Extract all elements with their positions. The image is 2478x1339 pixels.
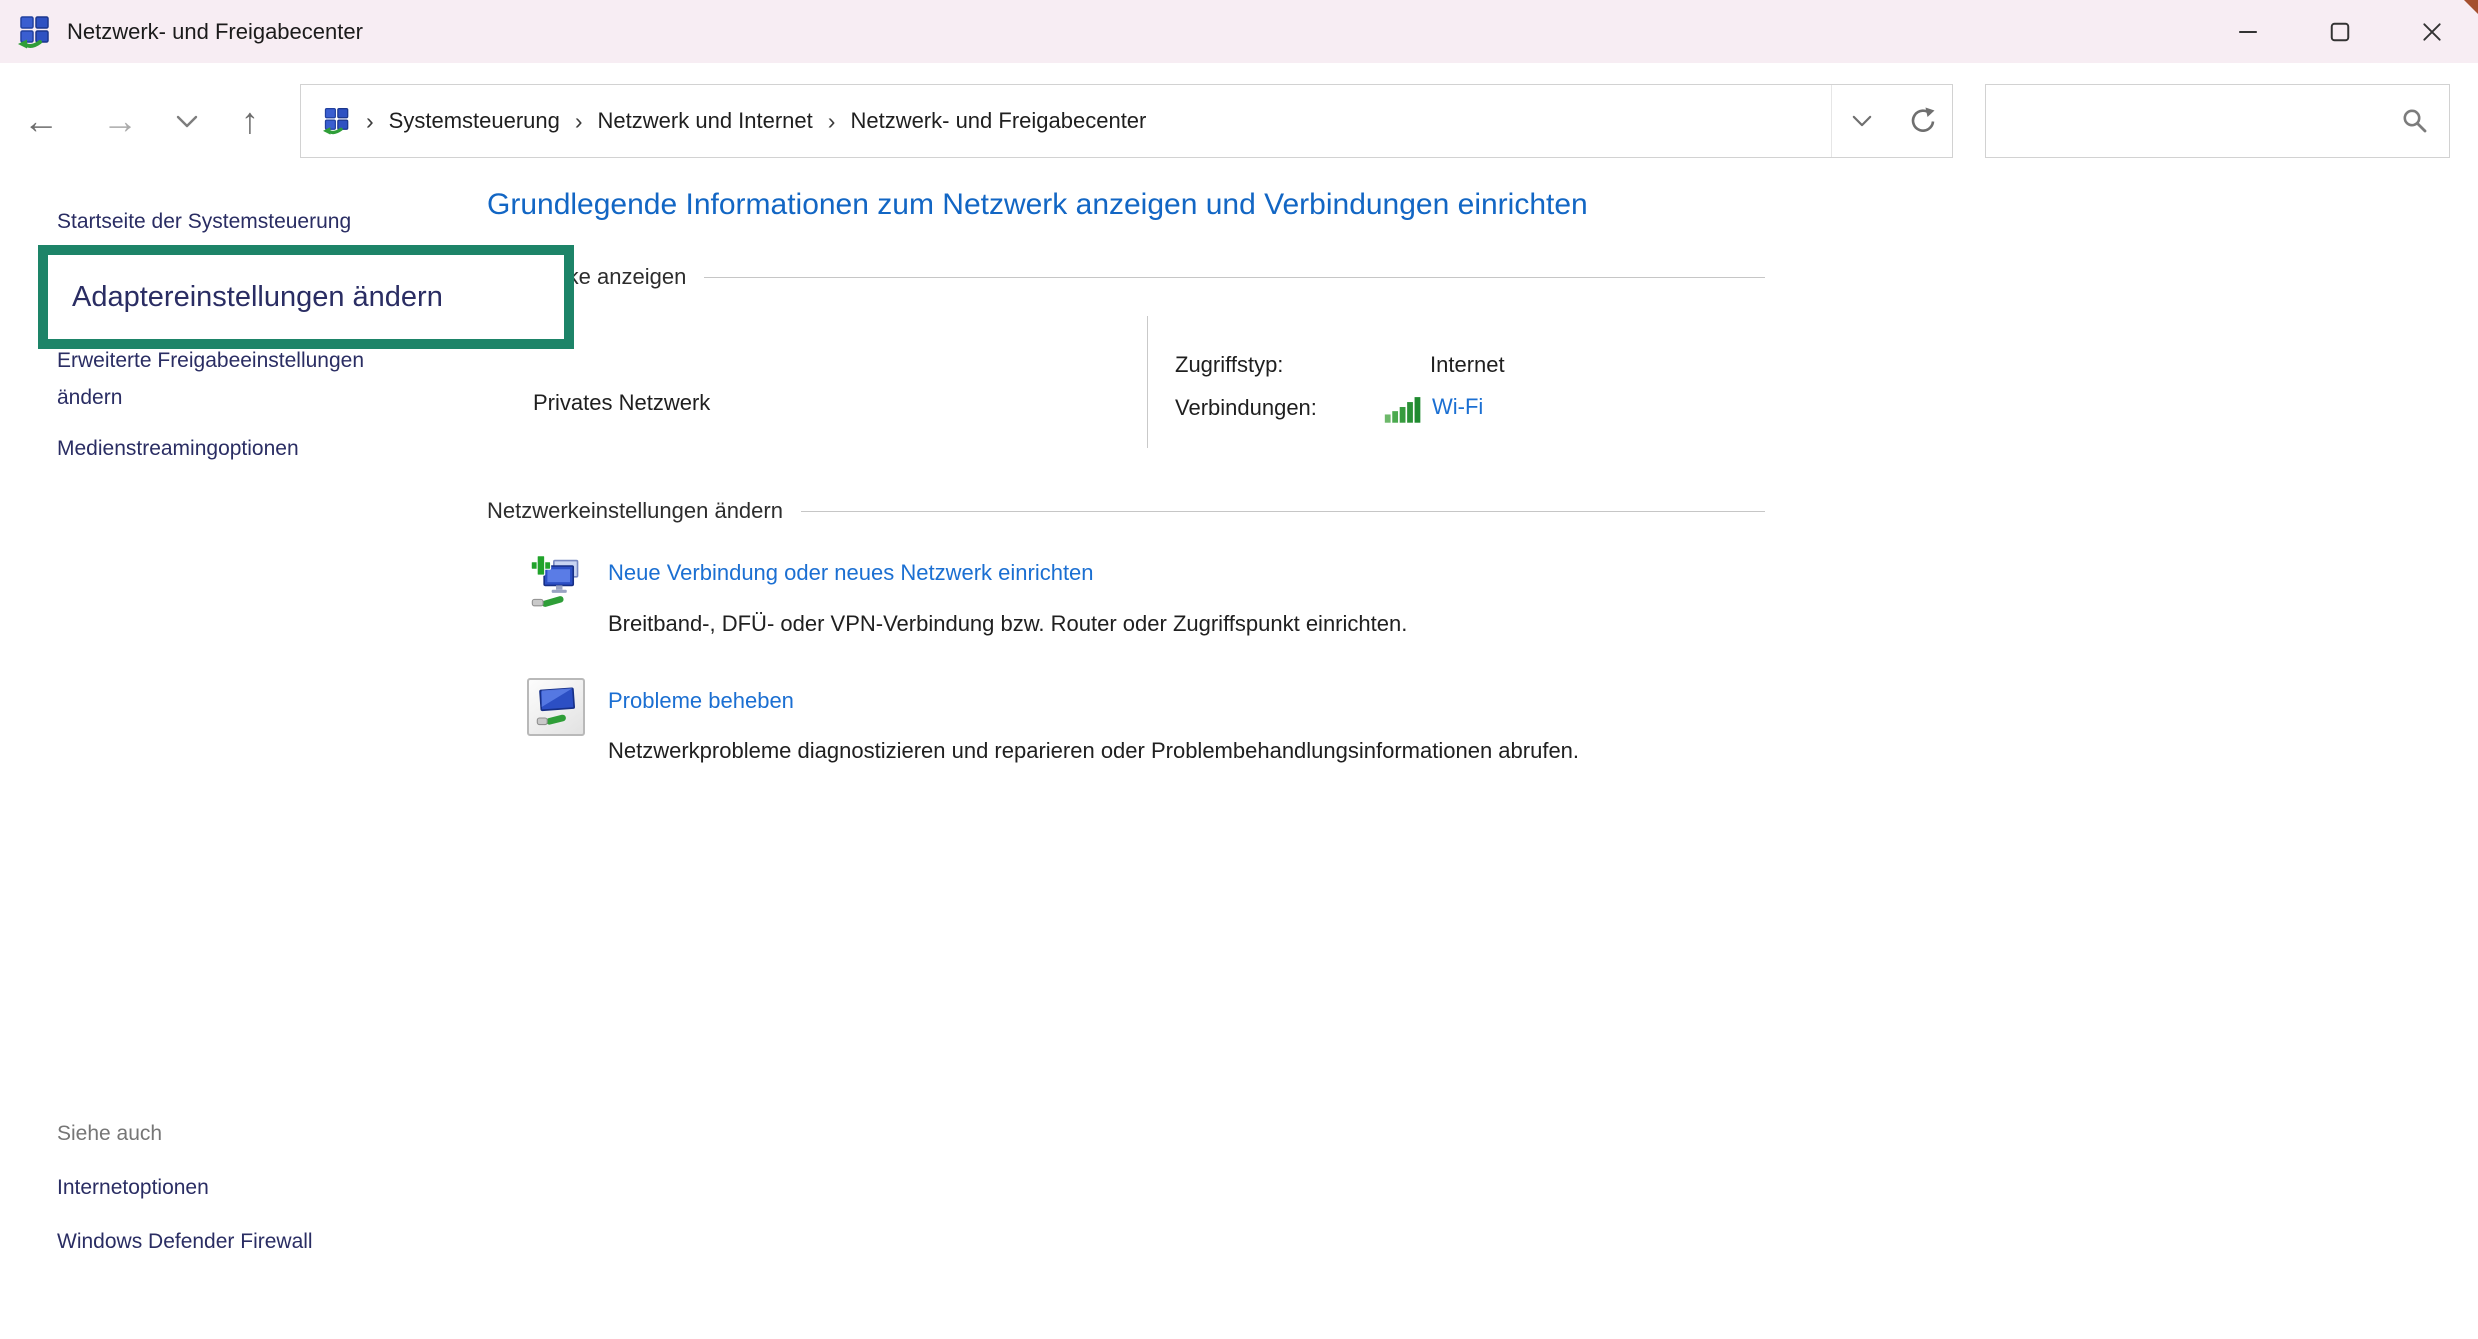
address-dropdown-button[interactable] [1832, 85, 1892, 157]
section-title: Netzwerkeinstellungen ändern [487, 498, 783, 524]
sidebar-item-media-streaming-options[interactable]: Medienstreamingoptionen [57, 437, 299, 461]
titlebar: Netzwerk- und Freigabecenter [0, 0, 2478, 63]
wifi-connection-link[interactable]: Wi-Fi [1432, 394, 1483, 420]
search-icon [2401, 107, 2429, 135]
troubleshoot-link[interactable]: Probleme beheben [608, 688, 794, 714]
close-icon [2421, 21, 2443, 43]
window-title: Netzwerk- und Freigabecenter [67, 19, 363, 45]
access-type-value: Internet [1430, 352, 1505, 378]
sidebar-item-control-panel-home[interactable]: Startseite der Systemsteuerung [57, 210, 351, 234]
troubleshoot-icon[interactable] [527, 678, 585, 736]
breadcrumb-separator: › [828, 108, 836, 135]
monitors-plus-cable-glyph [528, 552, 584, 608]
network-center-icon[interactable] [323, 107, 351, 135]
minimize-button[interactable] [2202, 0, 2294, 63]
see-also-header: Siehe auch [57, 1122, 162, 1146]
back-button[interactable]: ← [15, 84, 67, 158]
history-dropdown-button[interactable] [165, 84, 209, 158]
maximize-button[interactable] [2294, 0, 2386, 63]
troubleshoot-description: Netzwerkprobleme diagnostizieren und rep… [608, 733, 1693, 769]
address-bar-buttons [1831, 85, 1952, 157]
annotation-highlight-box: Adaptereinstellungen ändern [38, 245, 574, 349]
breadcrumb-separator: › [366, 108, 374, 135]
search-box[interactable] [1985, 84, 2450, 158]
network-center-icon [18, 15, 52, 49]
maximize-icon [2329, 21, 2351, 43]
sidebar-item-internet-options[interactable]: Internetoptionen [57, 1176, 209, 1200]
connections-label: Verbindungen: [1175, 395, 1317, 421]
address-bar[interactable]: › Systemsteuerung › Netzwerk und Interne… [300, 84, 1953, 158]
section-change-settings: Netzwerkeinstellungen ändern [487, 498, 1765, 524]
vertical-divider [1147, 316, 1148, 448]
chevron-down-icon [176, 115, 198, 128]
section-divider-line [801, 511, 1765, 512]
network-sharing-center-window: Netzwerk- und Freigabecenter ← → ↑ [0, 0, 2478, 1339]
sidebar-item-change-adapter-settings[interactable]: Adaptereinstellungen ändern [72, 281, 443, 314]
section-view-networks: Netzwerke anzeigen [487, 264, 1765, 290]
sidebar-item-windows-defender-firewall[interactable]: Windows Defender Firewall [57, 1230, 313, 1254]
breadcrumb-item-netzwerk-und-freigabecenter[interactable]: Netzwerk- und Freigabecenter [850, 108, 1146, 134]
up-button[interactable]: ↑ [224, 84, 276, 158]
refresh-button[interactable] [1892, 85, 1952, 157]
wifi-signal-icon[interactable] [1384, 396, 1422, 423]
new-connection-link[interactable]: Neue Verbindung oder neues Netzwerk einr… [608, 560, 1094, 586]
section-divider-line [704, 277, 1765, 278]
forward-button[interactable]: → [94, 84, 146, 158]
refresh-icon [1907, 106, 1937, 136]
breadcrumb-separator: › [575, 108, 583, 135]
chevron-down-icon [1852, 115, 1872, 127]
sidebar-item-advanced-sharing-settings[interactable]: Erweiterte Freigabeeinstellungen ändern [57, 342, 387, 416]
minimize-icon [2237, 21, 2259, 43]
breadcrumb-item-systemsteuerung[interactable]: Systemsteuerung [389, 108, 560, 134]
new-connection-description: Breitband-, DFÜ- oder VPN-Verbindung bzw… [608, 606, 1407, 642]
monitor-cable-glyph [534, 685, 578, 729]
access-type-label: Zugriffstyp: [1175, 352, 1283, 378]
breadcrumb-item-netzwerk-und-internet[interactable]: Netzwerk und Internet [598, 108, 813, 134]
corner-artifact [2464, 0, 2478, 14]
search-input[interactable] [1986, 88, 2401, 154]
new-connection-icon[interactable] [527, 551, 585, 609]
network-name: Privates Netzwerk [533, 390, 710, 416]
page-title: Grundlegende Informationen zum Netzwerk … [487, 188, 1588, 222]
window-controls [2202, 0, 2478, 63]
